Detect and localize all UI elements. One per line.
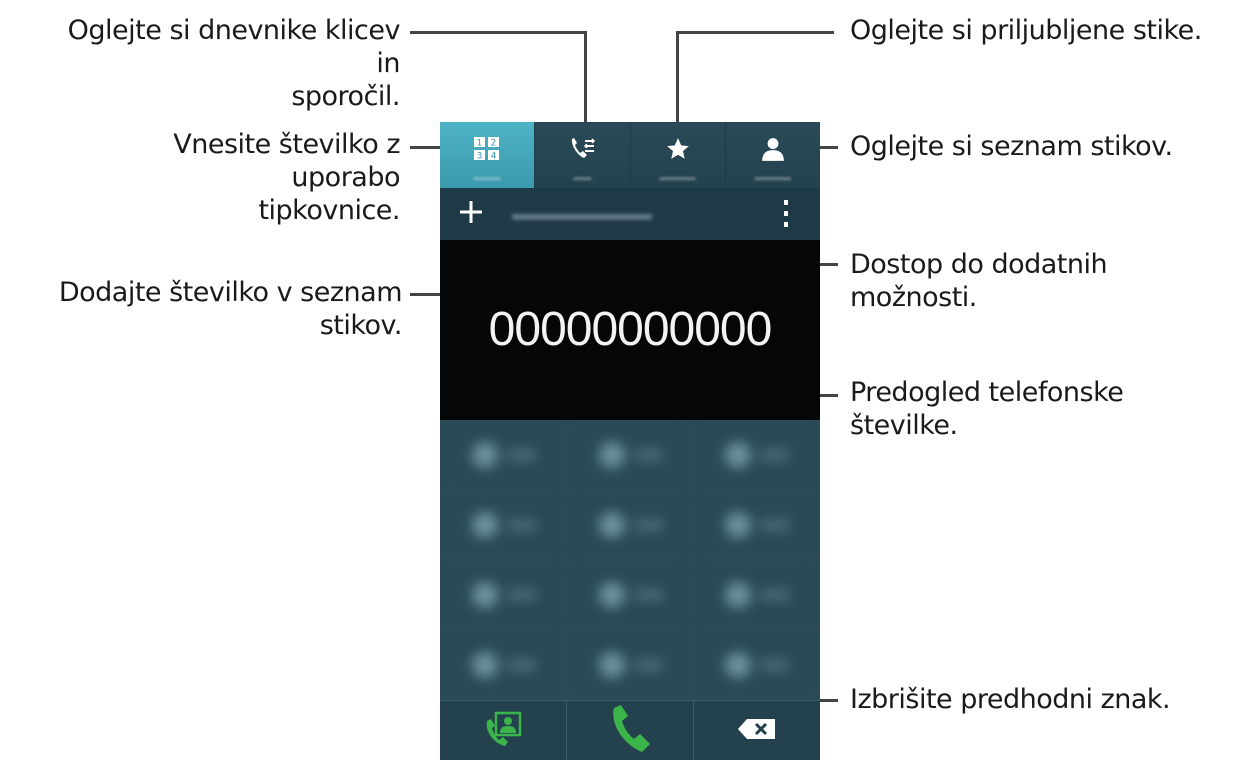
tab-logs[interactable]: ▬▬ xyxy=(535,122,631,188)
svg-text:2: 2 xyxy=(491,139,497,149)
contacts-call-icon xyxy=(479,709,527,754)
tab-label-blurred: ▬▬▬▬ xyxy=(754,172,791,182)
delete-button[interactable] xyxy=(694,701,820,760)
tab-label-blurred: ▬▬▬▬ xyxy=(659,172,696,182)
phone-number-preview: 00000000000 xyxy=(488,303,773,356)
keypad xyxy=(440,420,820,700)
keypad-key[interactable] xyxy=(566,420,694,490)
tab-contacts[interactable]: ▬▬▬▬ xyxy=(725,122,820,188)
keypad-key[interactable] xyxy=(440,560,567,630)
keypad-key[interactable] xyxy=(440,630,567,700)
call-button[interactable] xyxy=(567,701,694,760)
svg-text:4: 4 xyxy=(491,152,497,162)
leader-logs-h xyxy=(410,31,586,34)
leader-favorites-h xyxy=(678,31,834,34)
callout-add-contact: Dodajte številko v seznam stikov. xyxy=(58,277,403,341)
callout-keypad-line2: tipkovnice. xyxy=(258,195,400,226)
keypad-key[interactable] xyxy=(440,420,567,490)
tab-bar: 1 2 3 4 ▬▬▬ ▬▬ ▬▬▬▬ ▬▬▬▬ xyxy=(440,122,820,188)
tab-label-blurred: ▬▬▬ xyxy=(473,172,501,182)
contact-call-button[interactable] xyxy=(440,701,567,760)
plus-icon[interactable] xyxy=(456,197,486,227)
more-vertical-icon[interactable] xyxy=(780,198,792,230)
star-icon xyxy=(665,136,691,162)
callout-keypad: Vnesite številko z uporabo tipkovnice. xyxy=(60,128,400,227)
keypad-key[interactable] xyxy=(566,490,694,560)
callout-delete: Izbrišite predhodni znak. xyxy=(850,684,1171,715)
tab-favorites[interactable]: ▬▬▬▬ xyxy=(630,122,726,188)
phone-screen: 1 2 3 4 ▬▬▬ ▬▬ ▬▬▬▬ ▬▬▬▬ ▬▬▬▬▬▬▬▬▬▬ 0000… xyxy=(440,122,820,760)
tab-keypad[interactable]: 1 2 3 4 ▬▬▬ xyxy=(440,122,536,188)
action-bar: ▬▬▬▬▬▬▬▬▬▬ xyxy=(440,188,820,240)
contact-person-icon xyxy=(760,136,786,162)
keypad-key[interactable] xyxy=(566,630,694,700)
callout-logs: Oglejte si dnevnike klicev in sporočil. xyxy=(60,14,401,113)
svg-text:3: 3 xyxy=(477,152,483,162)
keypad-key[interactable] xyxy=(566,560,694,630)
number-display: 00000000000 xyxy=(440,240,820,420)
keypad-key[interactable] xyxy=(440,490,567,560)
callout-contacts: Oglejte si seznam stikov. xyxy=(850,131,1173,162)
tab-label-blurred: ▬▬ xyxy=(573,172,592,182)
callout-preview: Predogled telefonske številke. xyxy=(850,377,1124,441)
call-log-icon xyxy=(568,136,596,162)
callout-logs-line1: Oglejte si dnevnike klicev in xyxy=(67,15,401,79)
svg-text:1: 1 xyxy=(477,139,483,149)
callout-favorites: Oglejte si priljubljene stike. xyxy=(850,15,1202,46)
keypad-key[interactable] xyxy=(693,420,820,490)
keypad-key[interactable] xyxy=(693,630,820,700)
keypad-key[interactable] xyxy=(693,560,820,630)
keypad-key[interactable] xyxy=(693,490,820,560)
phone-call-icon xyxy=(608,704,652,759)
callout-more-options: Dostop do dodatnih možnosti. xyxy=(850,249,1108,313)
backspace-icon xyxy=(737,717,777,746)
callout-keypad-line1: Vnesite številko z uporabo xyxy=(173,129,400,193)
callout-logs-line2: sporočil. xyxy=(291,81,400,112)
add-to-contacts-label-blurred[interactable]: ▬▬▬▬▬▬▬▬▬▬ xyxy=(512,206,652,222)
bottom-action-bar xyxy=(440,700,820,760)
dialpad-icon: 1 2 3 4 xyxy=(473,136,501,162)
